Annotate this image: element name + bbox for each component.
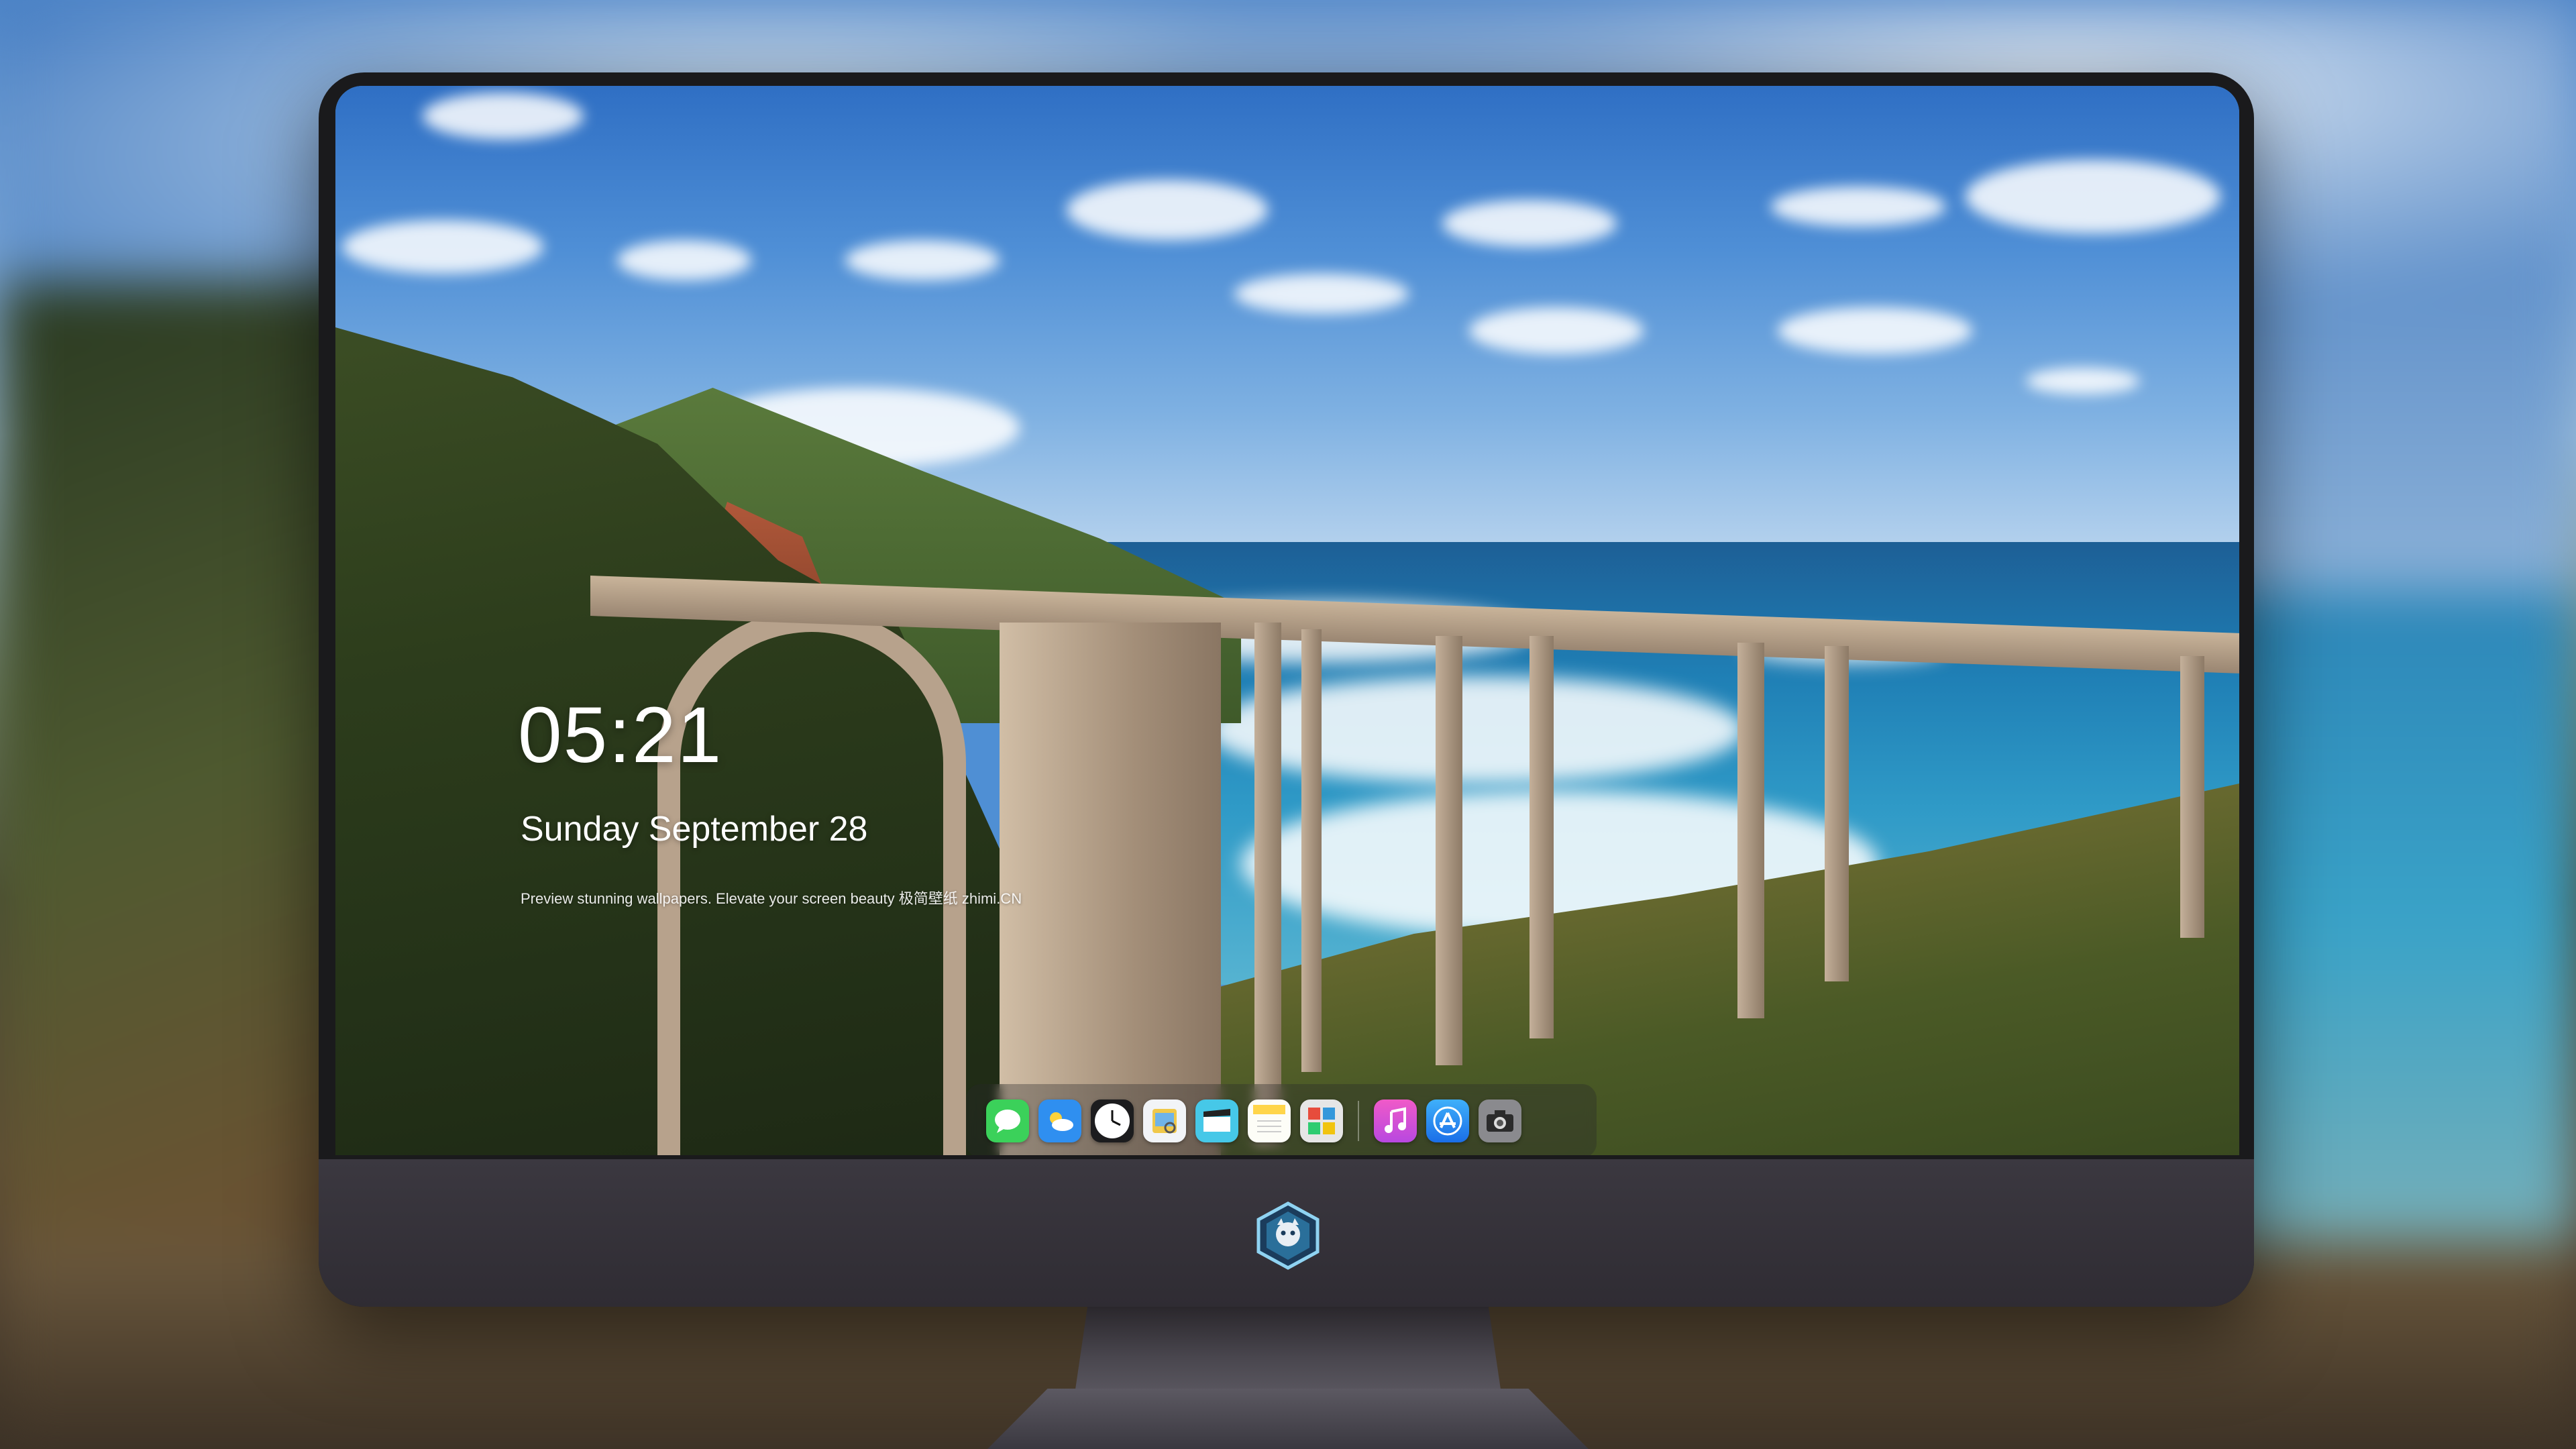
bridge-tower [1000,623,1221,1155]
cloud [617,240,751,280]
background-sea [2214,590,2576,1261]
bridge-pier [1436,636,1462,1065]
cloud [2026,368,2140,394]
bridge-pier [1825,646,1849,981]
brand-logo [1256,1201,1320,1270]
clips-icon[interactable] [1195,1099,1238,1142]
dock [966,1084,1597,1155]
wallpaper-tagline: Preview stunning wallpapers. Elevate you… [521,890,1022,907]
dock-separator [1358,1101,1359,1141]
bridge-pier [1254,623,1281,1146]
cloud [1966,160,2220,233]
messages-icon[interactable] [986,1099,1029,1142]
clock-icon[interactable] [1091,1099,1134,1142]
cloud [342,220,543,274]
camera-icon[interactable] [1479,1099,1521,1142]
cloud [1778,307,1972,354]
bridge-pier [1301,629,1322,1072]
desktop-screen: 05:21 Sunday September 28 Preview stunni… [335,86,2239,1155]
cloud [1771,186,1945,227]
cloud [845,240,1000,280]
cloud [1469,307,1644,354]
app-store-icon[interactable] [1426,1099,1469,1142]
lockscreen-date: Sunday September 28 [521,810,868,849]
monitor-stand-base [987,1389,1589,1449]
bridge-pier [1737,643,1764,1018]
bridge-pier [2180,656,2204,938]
weather-icon[interactable] [1038,1099,1081,1142]
cloud [1067,180,1268,240]
cloud [1234,274,1409,314]
surf [1208,676,1744,784]
bridge-pier [1529,636,1554,1038]
cloud [1442,200,1617,247]
monitor-stand-neck [1075,1307,1501,1394]
notes-icon[interactable] [1248,1099,1291,1142]
preview-icon[interactable] [1143,1099,1186,1142]
cloud [423,93,584,140]
photos-gallery-icon[interactable] [1300,1099,1343,1142]
itunes-icon[interactable] [1374,1099,1417,1142]
lockscreen-time: 05:21 [518,691,723,780]
